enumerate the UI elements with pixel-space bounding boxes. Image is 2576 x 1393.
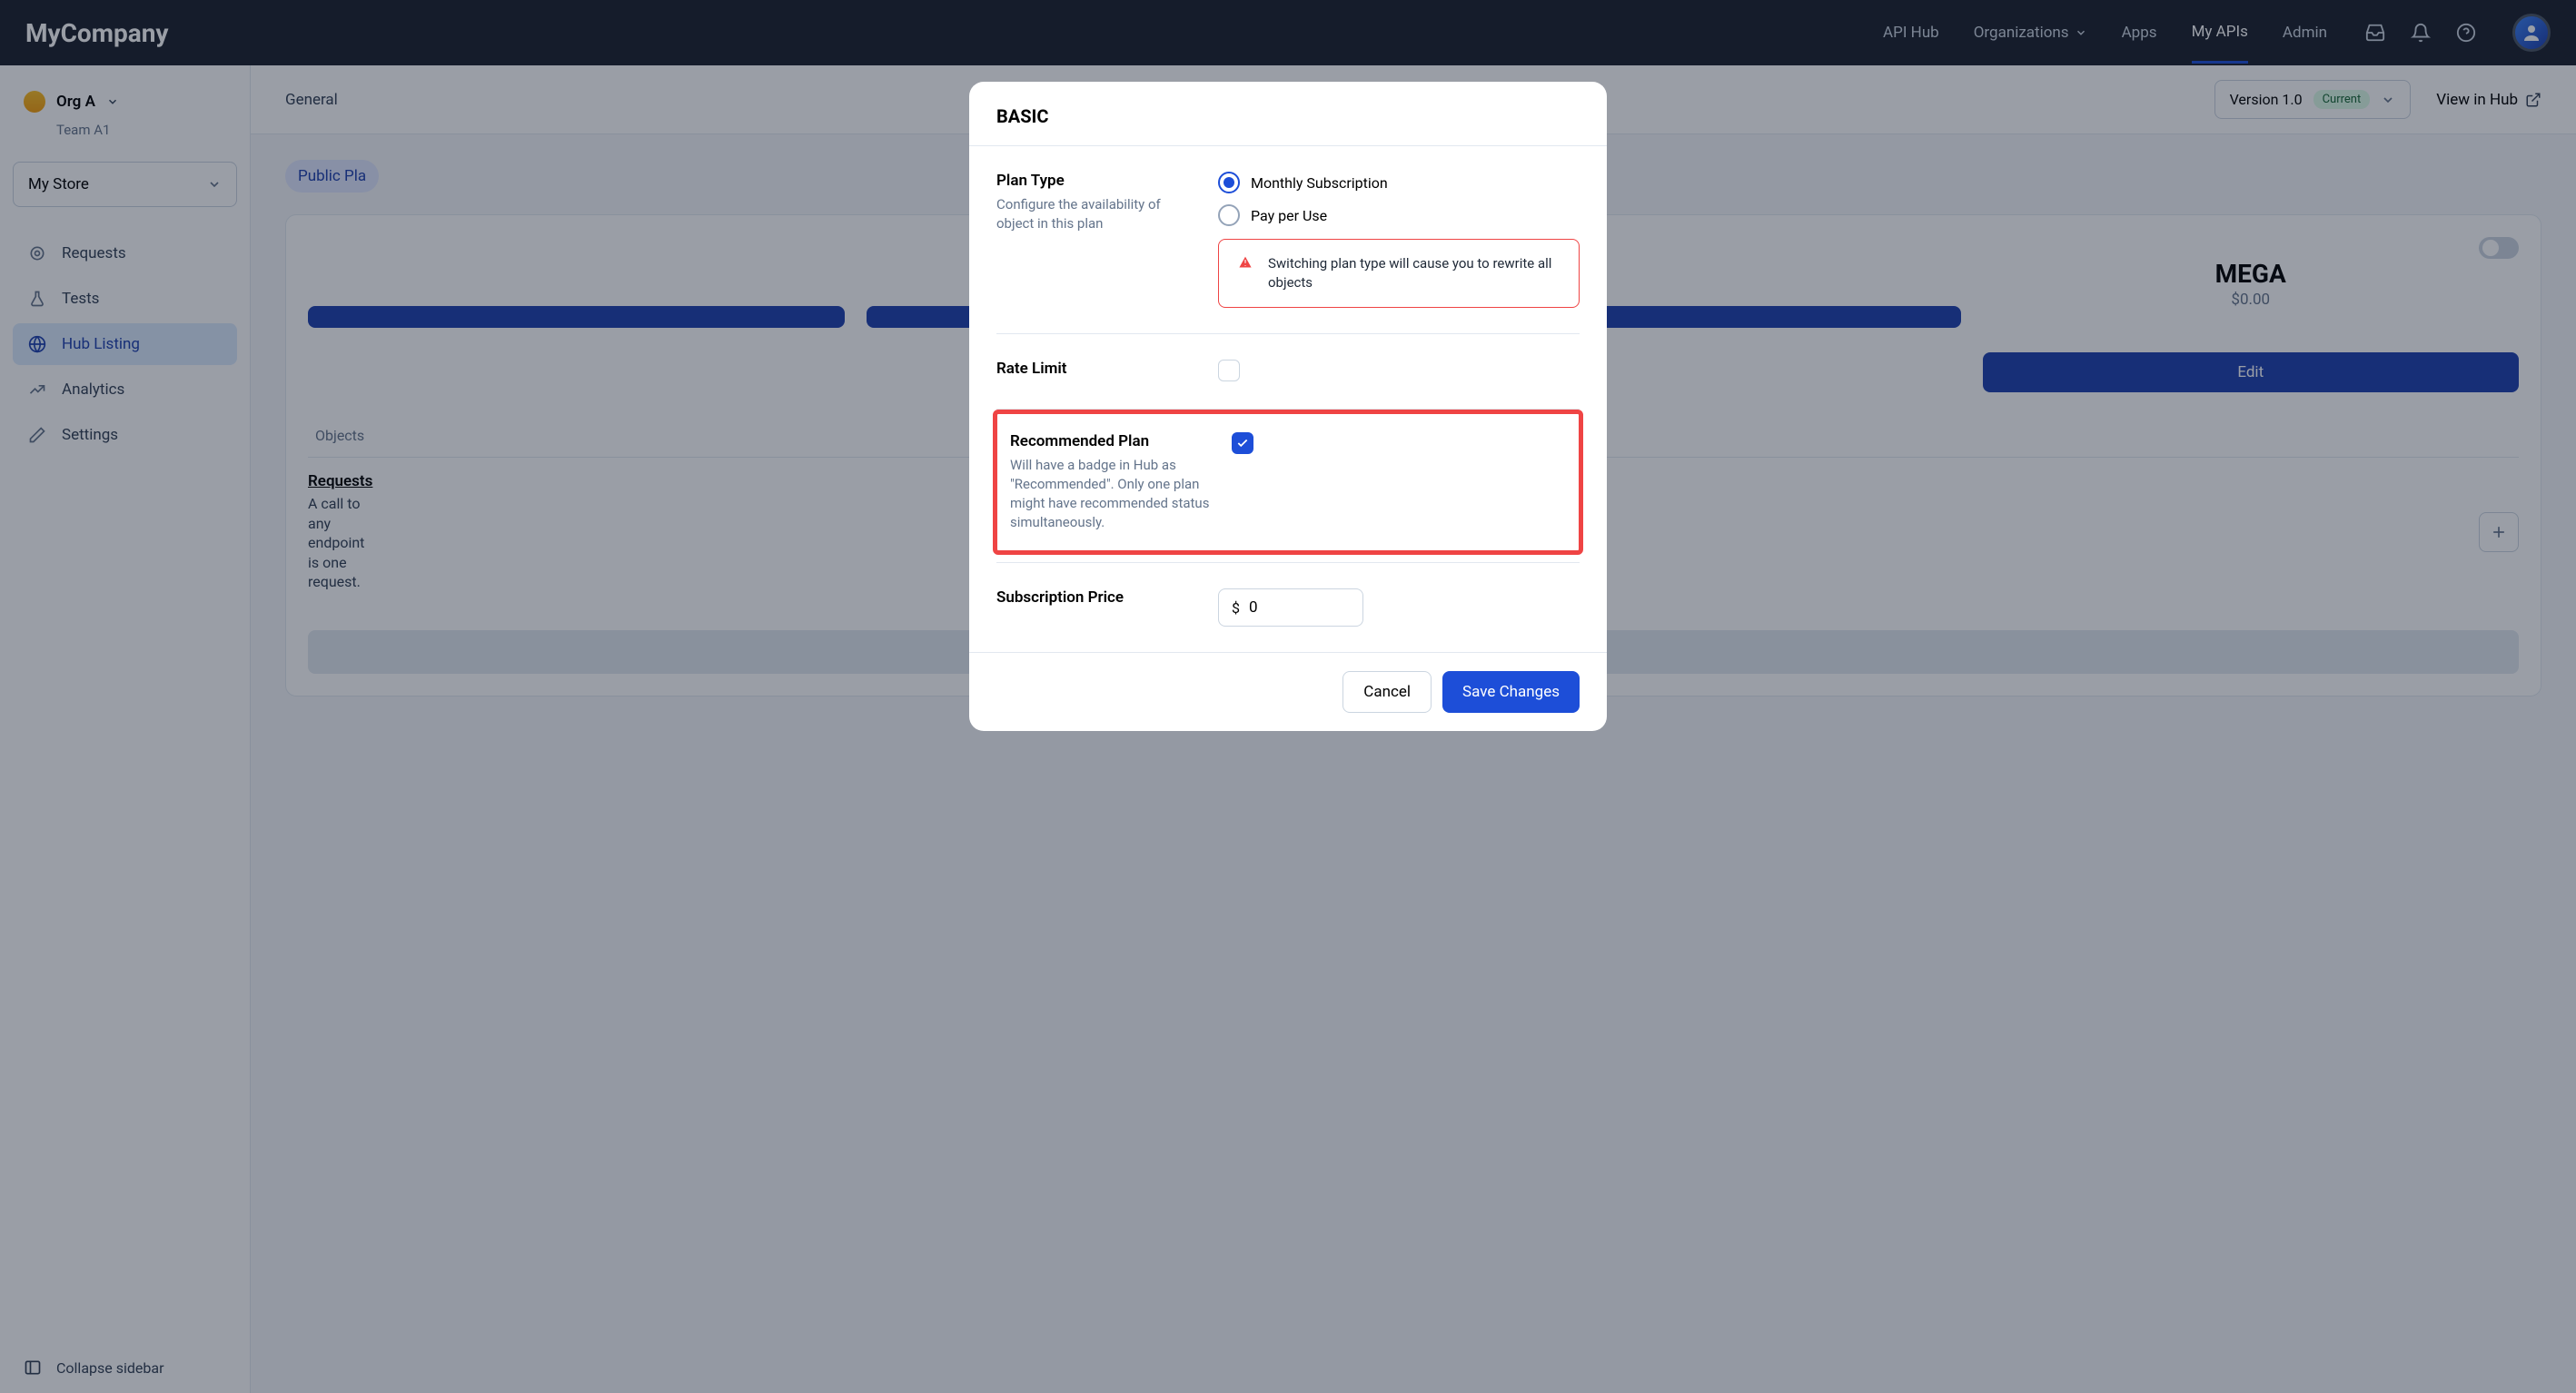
recommended-title: Recommended Plan [1010,432,1210,450]
rate-limit-checkbox[interactable] [1218,360,1240,381]
warning-box: Switching plan type will cause you to re… [1218,239,1580,308]
modal-footer: Cancel Save Changes [969,652,1607,731]
warning-icon [1237,254,1253,292]
subscription-price-title: Subscription Price [996,588,1196,607]
price-input-wrapper: $ [1218,588,1363,627]
cancel-button[interactable]: Cancel [1342,671,1432,713]
section-rate-limit: Rate Limit [996,334,1580,410]
section-recommended: Recommended Plan Will have a badge in Hu… [1010,427,1566,538]
plan-type-desc: Configure the availability of object in … [996,195,1196,233]
radio-payperuse-label: Pay per Use [1251,207,1327,224]
warning-text: Switching plan type will cause you to re… [1268,254,1560,292]
radio-icon [1218,172,1240,193]
radio-icon [1218,204,1240,226]
save-button[interactable]: Save Changes [1442,671,1580,713]
currency-symbol: $ [1232,599,1240,617]
radio-monthly-label: Monthly Subscription [1251,174,1388,192]
plan-type-title: Plan Type [996,172,1196,190]
section-plan-type: Plan Type Configure the availability of … [996,146,1580,334]
modal: BASIC Plan Type Configure the availabili… [969,82,1607,731]
section-subscription-price: Subscription Price $ [996,563,1580,652]
highlight-box: Recommended Plan Will have a badge in Hu… [993,410,1583,555]
radio-monthly[interactable]: Monthly Subscription [1218,172,1580,193]
recommended-checkbox[interactable] [1232,432,1253,454]
recommended-desc: Will have a badge in Hub as "Recommended… [1010,456,1210,532]
modal-overlay[interactable]: BASIC Plan Type Configure the availabili… [0,0,2576,1393]
radio-payperuse[interactable]: Pay per Use [1218,204,1580,226]
price-input[interactable] [1249,598,1350,617]
modal-title: BASIC [969,82,1607,146]
rate-limit-title: Rate Limit [996,360,1196,378]
